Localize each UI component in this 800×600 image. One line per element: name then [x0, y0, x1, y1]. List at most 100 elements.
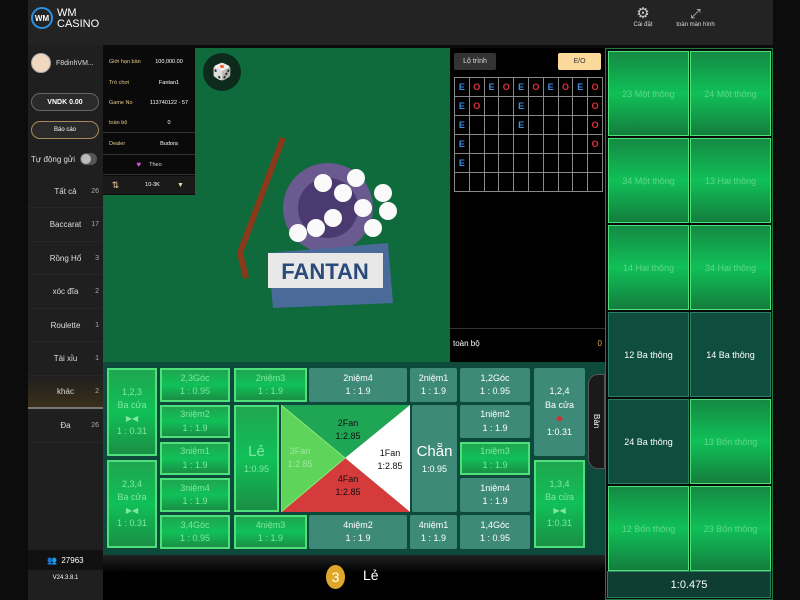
- settings-button[interactable]: ⚙ Cài đặt: [618, 5, 668, 29]
- road-cell: E: [543, 78, 559, 97]
- bet-1-niem-2[interactable]: 1niệm2 1 : 1.9: [460, 405, 530, 438]
- sidebar-item-count: 1: [95, 321, 99, 329]
- bet-3-niem-1[interactable]: 3niệm1 1 : 1.9: [160, 442, 230, 475]
- road-map-panel: Lộ trình E/O EOEOEOEOEOEOEOEEOEOE toàn b…: [450, 48, 605, 362]
- road-cell: E: [514, 97, 529, 116]
- bet-tong-cell[interactable]: 24 Một thông: [690, 51, 771, 136]
- game-value: Fantan1: [158, 80, 180, 86]
- road-cell: O: [499, 78, 515, 97]
- bet-1-2-4-ba-cua[interactable]: 1,2,4 Ba cửa ◆ 1:0.31: [534, 368, 585, 456]
- balance-button[interactable]: VNDK 0.00: [31, 93, 99, 111]
- road-cell: [514, 173, 529, 192]
- bet-2-niem-3[interactable]: 2niệm3 1 : 1.9: [234, 368, 307, 402]
- fullscreen-button[interactable]: ⤢ toàn màn hình: [668, 6, 723, 28]
- bet-odd[interactable]: Lẻ 1:0.95: [234, 405, 279, 512]
- road-cell: [558, 116, 574, 135]
- bet-tong-cell[interactable]: 13 Hai thông: [690, 138, 771, 223]
- bet-tong-cell[interactable]: 24 Ba thông: [608, 399, 689, 484]
- road-cell: [528, 135, 544, 154]
- road-cell: [558, 154, 574, 173]
- bet-tong-cell[interactable]: 14 Hai thông: [608, 225, 689, 310]
- sidebar-item[interactable]: Tài xỉu 1: [28, 343, 103, 376]
- bet-4-niem-1[interactable]: 4niệm1 1 : 1.9: [410, 515, 457, 549]
- sidebar-item-label: Baccarat: [49, 220, 82, 229]
- road-cell: [499, 173, 515, 192]
- road-cell: [588, 173, 603, 192]
- bet-tong-cell[interactable]: 23 Bốn thông: [690, 486, 771, 571]
- version-label: V24.3.8.1: [52, 575, 79, 581]
- avatar[interactable]: [31, 53, 51, 73]
- road-cell: [543, 173, 559, 192]
- gear-icon: ⚙: [636, 5, 650, 22]
- sidebar-item[interactable]: xóc đĩa 2: [28, 276, 103, 309]
- bet-2-3-4-ba-cua[interactable]: 2,3,4 Ba cửa ▶◀ 1 : 0.31: [107, 460, 157, 548]
- bet-1-2-goc[interactable]: 1,2Góc 1 : 0.95: [460, 368, 530, 402]
- bet-1-3-4-ba-cua[interactable]: 1,3,4 Ba cửa ▶◀ 1:0.31: [534, 460, 585, 548]
- game-label: Trò chơi: [109, 80, 130, 86]
- bet-1-niem-3[interactable]: 1niệm3 1 : 1.9: [460, 442, 530, 475]
- road-cell: [484, 135, 500, 154]
- chip-range-select[interactable]: ⇅ 10-3K ▼: [103, 176, 195, 194]
- bet-4-niem-2[interactable]: 4niệm2 1 : 1.9: [309, 515, 407, 549]
- sidebar-item[interactable]: Đa 26: [28, 410, 103, 443]
- sidebar-item[interactable]: Baccarat 17: [28, 209, 103, 242]
- road-cell: E: [455, 135, 470, 154]
- sidebar-item[interactable]: khác 2: [28, 376, 103, 409]
- online-count: 👥 27963: [28, 550, 103, 570]
- fantan-logo: FANTAN: [236, 136, 397, 308]
- road-cell: O: [469, 97, 485, 116]
- bet-even[interactable]: Chẵn 1:0.95: [412, 405, 457, 512]
- bet-1-4-goc[interactable]: 1,4Góc 1 : 0.95: [460, 515, 530, 549]
- road-total: toàn bộ 0: [450, 328, 605, 358]
- sidebar-item[interactable]: Tất cả 26: [28, 175, 103, 208]
- result-bar: 3 Lẻ: [103, 555, 605, 600]
- bet-tong-cell[interactable]: 14 Ba thông: [690, 312, 771, 397]
- sidebar-item[interactable]: Roulette 1: [28, 309, 103, 342]
- bet-1-niem-4[interactable]: 1niệm4 1 : 1.9: [460, 478, 530, 512]
- fullscreen-label: toàn màn hình: [676, 22, 715, 28]
- heart-icon: ♥: [136, 160, 142, 169]
- sidebar-item-count: 3: [95, 254, 99, 262]
- result-number: 3: [326, 565, 345, 589]
- bet-tong-cell[interactable]: 23 Một thông: [608, 51, 689, 136]
- road-cell: [558, 135, 574, 154]
- fullscreen-icon: ⤢: [690, 6, 701, 21]
- road-cell: [499, 116, 515, 135]
- total-value: 0: [167, 119, 171, 126]
- bet-1-2-3-ba-cua[interactable]: 1,2,3 Ba cửa ▶◀ 1 : 0.31: [107, 368, 157, 456]
- gameno-value: 113740122 - 57: [149, 100, 189, 106]
- tab-even-odd[interactable]: E/O: [558, 53, 601, 70]
- bet-4-niem-3[interactable]: 4niệm3 1 : 1.9: [234, 515, 307, 549]
- username: F8dinhVM...: [56, 60, 94, 67]
- sidebar-item-label: Tất cả: [54, 186, 77, 196]
- sort-icon: ⇅: [111, 179, 120, 190]
- betting-board: 1,2,3 Ba cửa ▶◀ 1 : 0.31 2,3,4 Ba cửa ▶◀ 1 : 0…: [103, 362, 605, 555]
- road-cell: [543, 116, 559, 135]
- bet-2-niem-4[interactable]: 2niệm4 1 : 1.9: [309, 368, 407, 402]
- bet-3-niem-4[interactable]: 3niệm4 1 : 1.9: [160, 478, 230, 512]
- road-cell: E: [455, 154, 470, 173]
- fan1-label: 1Fan 1:2.85: [377, 447, 403, 472]
- table-tab[interactable]: Bàn: [588, 374, 605, 469]
- bet-3-4-goc[interactable]: 3,4Góc 1 : 0.95: [160, 515, 230, 549]
- bet-3-niem-2[interactable]: 3niệm2 1 : 1.9: [160, 405, 230, 438]
- bet-tong-cell[interactable]: 12 Ba thông: [608, 312, 689, 397]
- bet-tong-cell[interactable]: 34 Một thông: [608, 138, 689, 223]
- bet-2-niem-1[interactable]: 2niệm1 1 : 1.9: [410, 368, 457, 402]
- bet-tong-cell[interactable]: 34 Hai thông: [690, 225, 771, 310]
- tab-route[interactable]: Lộ trình: [454, 53, 496, 70]
- sidebar-item-label: Đa: [60, 421, 71, 430]
- road-cell: [469, 135, 485, 154]
- auto-send-toggle[interactable]: [80, 153, 97, 165]
- follow-dealer-button[interactable]: ♥ Theo: [103, 155, 195, 175]
- sidebar-item[interactable]: Rồng Hổ 3: [28, 242, 103, 275]
- bet-tong-cell[interactable]: 13 Bốn thông: [690, 399, 771, 484]
- report-button[interactable]: Báo cáo: [31, 121, 99, 139]
- wm-logo-icon: WM: [31, 7, 53, 29]
- dice-icon[interactable]: 🎲: [203, 53, 241, 91]
- road-cell: O: [558, 78, 574, 97]
- tong-bets-panel: 23 Một thông 24 Một thông 34 Một thông 13 H…: [605, 48, 773, 600]
- bet-2-3-goc[interactable]: 2,3Góc 1 : 0.95: [160, 368, 230, 402]
- road-cell: O: [588, 135, 603, 154]
- bet-tong-cell[interactable]: 12 Bốn thông: [608, 486, 689, 571]
